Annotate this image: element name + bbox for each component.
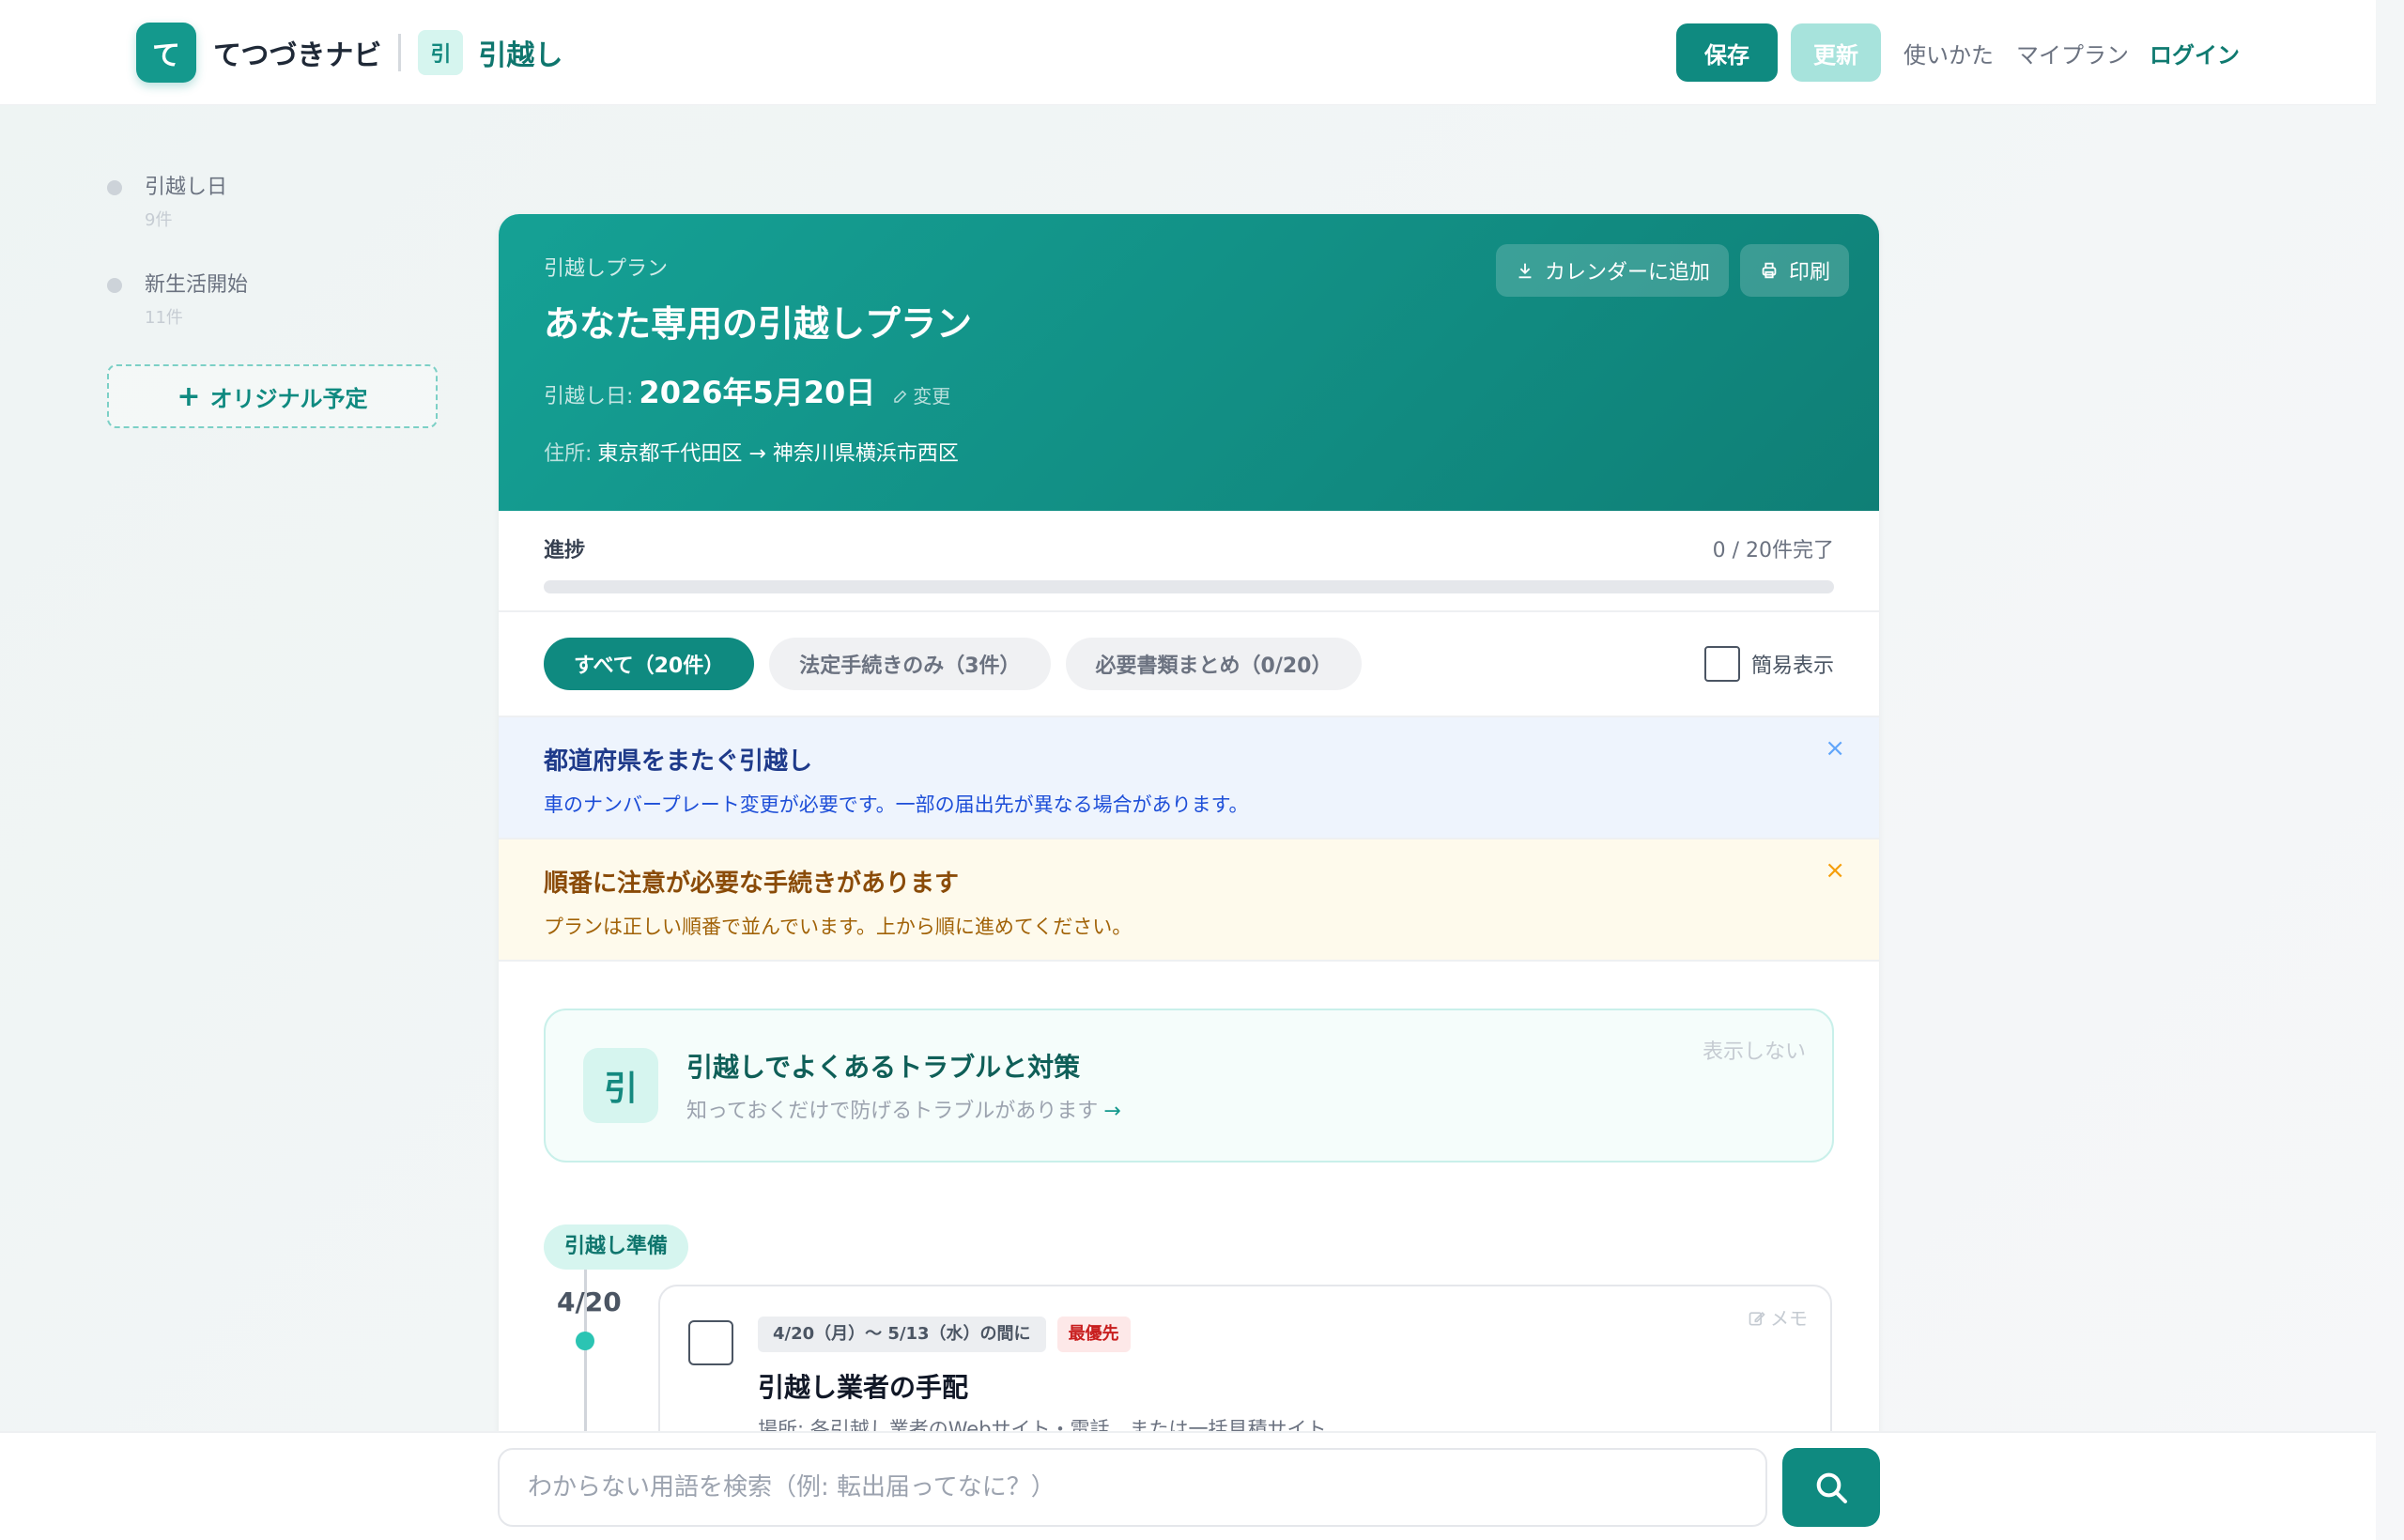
app-logo-icon[interactable]: て — [136, 23, 196, 83]
edit-date-link[interactable]: 変更 — [892, 381, 950, 408]
timeline-date: 4/20 — [557, 1286, 622, 1317]
plan-hero: 引越しプラン あなた専用の引越しプラン 引越し日: 2026年5月20日 変更 … — [499, 214, 1879, 511]
tip-category-icon: 引 — [583, 1048, 658, 1123]
moving-date-row: 引越し日: 2026年5月20日 変更 — [544, 369, 1834, 412]
add-to-calendar-button[interactable]: カレンダーに追加 — [1495, 244, 1729, 297]
filter-chip-legal[interactable]: 法定手続きのみ（3件） — [769, 638, 1051, 690]
filter-bar: すべて（20件） 法定手続きのみ（3件） 必要書類まとめ（0/20） 簡易表示 — [499, 612, 1879, 717]
filter-chip-documents[interactable]: 必要書類まとめ（0/20） — [1065, 638, 1363, 690]
brand-divider — [398, 34, 402, 71]
order-notice: 順番に注意が必要な手続きがあります プランは正しい順番で並んでいます。上から順に… — [499, 839, 1879, 962]
memo-button[interactable]: メモ — [1748, 1303, 1808, 1331]
add-original-event-button[interactable]: + オリジナル予定 — [107, 364, 438, 428]
priority-badge: 最優先 — [1056, 1317, 1131, 1352]
progress-count: 0 / 20件完了 — [1712, 539, 1834, 562]
hide-tip-button[interactable]: 表示しない — [1703, 1035, 1806, 1065]
progress-section: 進捗 0 / 20件完了 — [499, 511, 1879, 612]
edit-date-label: 変更 — [913, 385, 951, 408]
plan-actions: カレンダーに追加 印刷 — [1485, 244, 1849, 297]
plus-icon: + — [177, 379, 201, 413]
tip-body: 引越しでよくあるトラブルと対策 知っておくだけで防げるトラブルがあります → — [686, 1047, 1121, 1124]
search-bar — [0, 1431, 2376, 1540]
add-original-event-label: オリジナル予定 — [209, 385, 368, 412]
moving-date-label: 引越し日: — [544, 385, 634, 408]
sidebar-dot-icon — [107, 278, 122, 293]
phase-badge: 引越し準備 — [544, 1224, 689, 1270]
tip-subtitle: 知っておくだけで防げるトラブルがあります — [686, 1100, 1099, 1123]
troubles-tip-card[interactable]: 引 引越しでよくあるトラブルと対策 知っておくだけで防げるトラブルがあります → … — [544, 1009, 1834, 1163]
order-notice-title: 順番に注意が必要な手続きがあります — [544, 870, 960, 898]
pencil-icon — [894, 390, 907, 403]
progress-row: 進捗 0 / 20件完了 — [544, 533, 1834, 563]
print-button[interactable]: 印刷 — [1739, 244, 1849, 297]
search-button[interactable] — [1782, 1448, 1880, 1527]
top-header: て てつづきナビ 引 引越し 保存 更新 使いかた マイプラン ログイン — [0, 0, 2376, 105]
arrow-right-icon: → — [1103, 1100, 1121, 1123]
sidebar-item-moving-day[interactable]: 引越し日 9件 — [103, 169, 441, 231]
moving-date-value: 2026年5月20日 — [639, 375, 876, 410]
task-title: 引越し業者の手配 — [758, 1372, 969, 1403]
close-icon[interactable]: × — [1825, 856, 1845, 885]
print-label: 印刷 — [1788, 261, 1830, 285]
order-notice-text: プランは正しい順番で並んでいます。上から順に進めてください。 — [544, 916, 1133, 938]
sidebar-item-title: 引越し日 — [145, 176, 228, 199]
address-label: 住所: — [544, 442, 593, 466]
printer-icon — [1762, 262, 1777, 279]
prefecture-notice: 都道府県をまたぐ引越し 車のナンバープレート変更が必要です。一部の届出先が異なる… — [499, 717, 1879, 839]
timeline-dot — [576, 1332, 594, 1350]
progress-bar — [544, 580, 1834, 593]
brand[interactable]: て てつづきナビ 引 引越し — [136, 23, 562, 83]
add-to-calendar-label: カレンダーに追加 — [1544, 261, 1710, 285]
simple-view-label: 簡易表示 — [1750, 654, 1834, 678]
task-card[interactable]: 4/20（月）〜 5/13（水）の間に 最優先 引越し業者の手配 場所: 各引越… — [658, 1285, 1832, 1435]
nav-link-myplan[interactable]: マイプラン — [2016, 37, 2129, 69]
prefecture-notice-title: 都道府県をまたぐ引越し — [544, 747, 813, 776]
category-badge-icon: 引 — [418, 30, 464, 75]
task-checkbox[interactable] — [688, 1320, 733, 1365]
task-meta: 4/20（月）〜 5/13（水）の間に 最優先 — [758, 1317, 1131, 1352]
close-icon[interactable]: × — [1825, 734, 1845, 762]
tip-subtitle-row: 知っておくだけで防げるトラブルがあります → — [686, 1094, 1121, 1124]
nav-link-login[interactable]: ログイン — [2150, 37, 2240, 69]
prefecture-notice-text: 車のナンバープレート変更が必要です。一部の届出先が異なる場合があります。 — [544, 793, 1249, 816]
sidebar-item-title: 新生活開始 — [145, 273, 249, 297]
simple-view-toggle[interactable]: 簡易表示 — [1703, 646, 1834, 682]
category-name: 引越し — [478, 39, 563, 72]
search-icon — [1816, 1472, 1847, 1503]
simple-view-checkbox[interactable] — [1703, 646, 1740, 682]
timeline: 引越し準備 4/20 4/20（月）〜 5/13（水）の間に 最優先 引越し業者… — [544, 1224, 1834, 1435]
sidebar-item-count: 11件 — [145, 308, 183, 328]
address-row: 住所: 東京都千代田区 → 神奈川県横浜市西区 — [544, 437, 1834, 467]
sidebar-item-new-life[interactable]: 新生活開始 11件 — [103, 267, 441, 329]
memo-label: メモ — [1770, 1307, 1808, 1330]
plan-title: あなた専用の引越しプラン — [544, 303, 973, 345]
term-search-input[interactable] — [498, 1448, 1767, 1527]
plan-card: 引越しプラン あなた専用の引越しプラン 引越し日: 2026年5月20日 変更 … — [499, 214, 1879, 1435]
header-nav: 保存 更新 使いかた マイプラン ログイン — [1676, 23, 2240, 83]
tip-title: 引越しでよくあるトラブルと対策 — [686, 1052, 1081, 1083]
sidebar: 引越し日 9件 新生活開始 11件 + オリジナル予定 — [103, 169, 441, 428]
edit-note-icon — [1749, 1311, 1765, 1326]
nav-link-howto[interactable]: 使いかた — [1903, 37, 1994, 69]
page: て てつづきナビ 引 引越し 保存 更新 使いかた マイプラン ログイン 引越し… — [0, 0, 2404, 1540]
task-when-badge: 4/20（月）〜 5/13（水）の間に — [758, 1317, 1046, 1352]
download-icon — [1518, 263, 1532, 279]
app-name[interactable]: てつづきナビ — [213, 32, 381, 73]
sidebar-dot-icon — [107, 180, 122, 195]
save-button[interactable]: 保存 — [1676, 23, 1778, 82]
address-value: 東京都千代田区 → 神奈川県横浜市西区 — [597, 442, 959, 466]
sidebar-item-count: 9件 — [145, 210, 173, 230]
progress-label: 進捗 — [544, 539, 586, 562]
filter-chip-all[interactable]: すべて（20件） — [544, 638, 755, 690]
update-button[interactable]: 更新 — [1791, 23, 1881, 82]
